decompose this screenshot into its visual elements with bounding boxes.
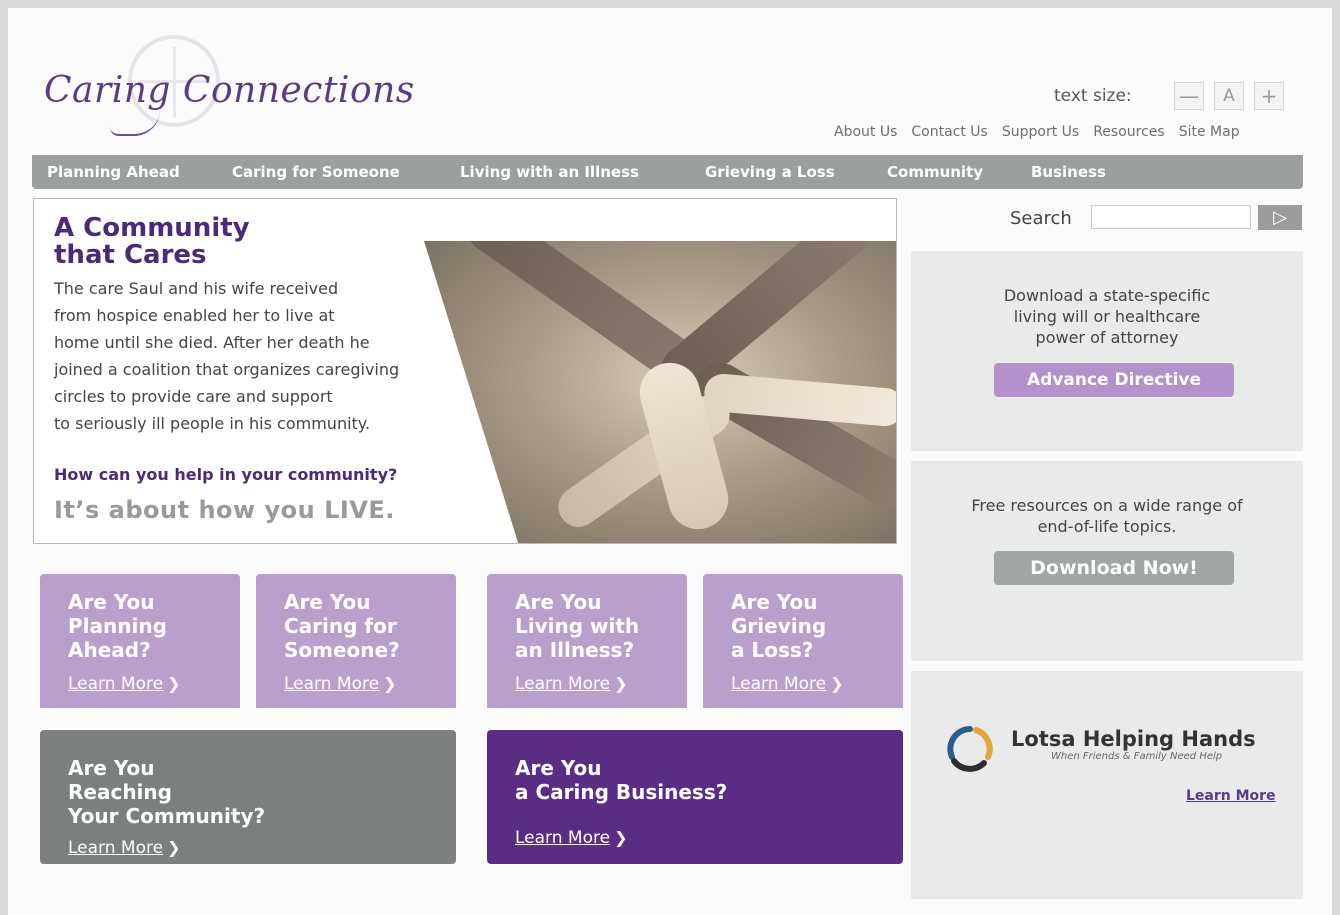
arrow-right-icon: ▷ [1273,207,1287,228]
search-label: Search [1010,208,1072,229]
link-contact-us[interactable]: Contact Us [911,124,987,140]
hero-body: The care Saul and his wife received from… [54,279,400,433]
tile-caring-for-someone[interactable]: Are You Caring for Someone? Learn More ❯ [256,574,456,708]
link-support-us[interactable]: Support Us [1002,124,1079,140]
lotsa-panel [911,671,1303,899]
advance-directive-panel: Download a state-specific living will or… [911,251,1303,451]
text-size-label: text size: [1054,86,1132,106]
nav-grieving-a-loss[interactable]: Grieving a Loss [705,163,835,181]
hero-banner: A Community that Cares The care Saul and… [33,198,897,544]
hero-question: How can you help in your community? [54,465,398,484]
chevron-right-icon: ❯ [167,838,181,857]
tile-planning-ahead[interactable]: Are You Planning Ahead? Learn More ❯ [40,574,240,708]
download-text: Free resources on a wide range of end-of… [971,496,1243,536]
site-logo[interactable]: Caring Connections [44,70,415,111]
lotsa-learn-more-link[interactable]: Learn More [1186,788,1276,804]
advance-directive-button[interactable]: Advance Directive [994,363,1234,397]
utility-links: About Us Contact Us Support Us Resources Sit… [834,124,1240,140]
lotsa-title: Lotsa Helping Hands [1011,727,1256,751]
chevron-right-icon: ❯ [830,674,844,693]
text-size-decrease-button[interactable]: — [1174,82,1204,110]
chevron-right-icon: ❯ [383,674,397,693]
text-size-increase-button[interactable]: + [1254,82,1284,110]
learn-more-link[interactable]: Learn More ❯ [68,838,180,858]
lotsa-subtitle: When Friends & Family Need Help [1051,751,1223,762]
advance-directive-text: Download a state-specific living will or… [1003,286,1211,347]
tile-reaching-community[interactable]: Are You Reaching Your Community? Learn Mor… [40,730,456,864]
search-submit-button[interactable]: ▷ [1258,205,1302,230]
nav-living-with-illness[interactable]: Living with an Illness [460,163,639,181]
tile-grieving-a-loss[interactable]: Are You Grieving a Loss? Learn More ❯ [703,574,903,708]
learn-more-link[interactable]: Learn More ❯ [284,674,396,694]
hero-hands-image [424,241,896,543]
nav-planning-ahead[interactable]: Planning Ahead [47,163,180,181]
nav-business[interactable]: Business [1031,163,1106,181]
tile-living-with-illness[interactable]: Are You Living with an Illness? Learn More… [487,574,687,708]
learn-more-link[interactable]: Learn More ❯ [515,828,627,848]
learn-more-link[interactable]: Learn More ❯ [68,674,180,694]
chevron-right-icon: ❯ [167,674,181,693]
learn-more-link[interactable]: Learn More ❯ [515,674,627,694]
nav-caring-for-someone[interactable]: Caring for Someone [232,163,400,181]
search-input[interactable] [1091,205,1251,229]
chevron-right-icon: ❯ [614,674,628,693]
hero-title: A Community that Cares [54,213,250,270]
tile-caring-business[interactable]: Are You a Caring Business? Learn More ❯ [487,730,903,864]
text-size-normal-button[interactable]: A [1214,82,1244,110]
main-nav: Planning Ahead Caring for Someone Living… [32,155,1303,189]
download-panel: Free resources on a wide range of end-of… [911,461,1303,661]
hero-tagline: It’s about how you LIVE. [54,496,395,524]
link-about-us[interactable]: About Us [834,124,897,140]
lotsa-helping-hands-logo-icon [947,726,993,772]
chevron-right-icon: ❯ [614,828,628,847]
nav-community[interactable]: Community [887,163,983,181]
download-now-button[interactable]: Download Now! [994,551,1234,585]
link-resources[interactable]: Resources [1093,124,1165,140]
learn-more-link[interactable]: Learn More ❯ [731,674,843,694]
link-site-map[interactable]: Site Map [1179,124,1240,140]
